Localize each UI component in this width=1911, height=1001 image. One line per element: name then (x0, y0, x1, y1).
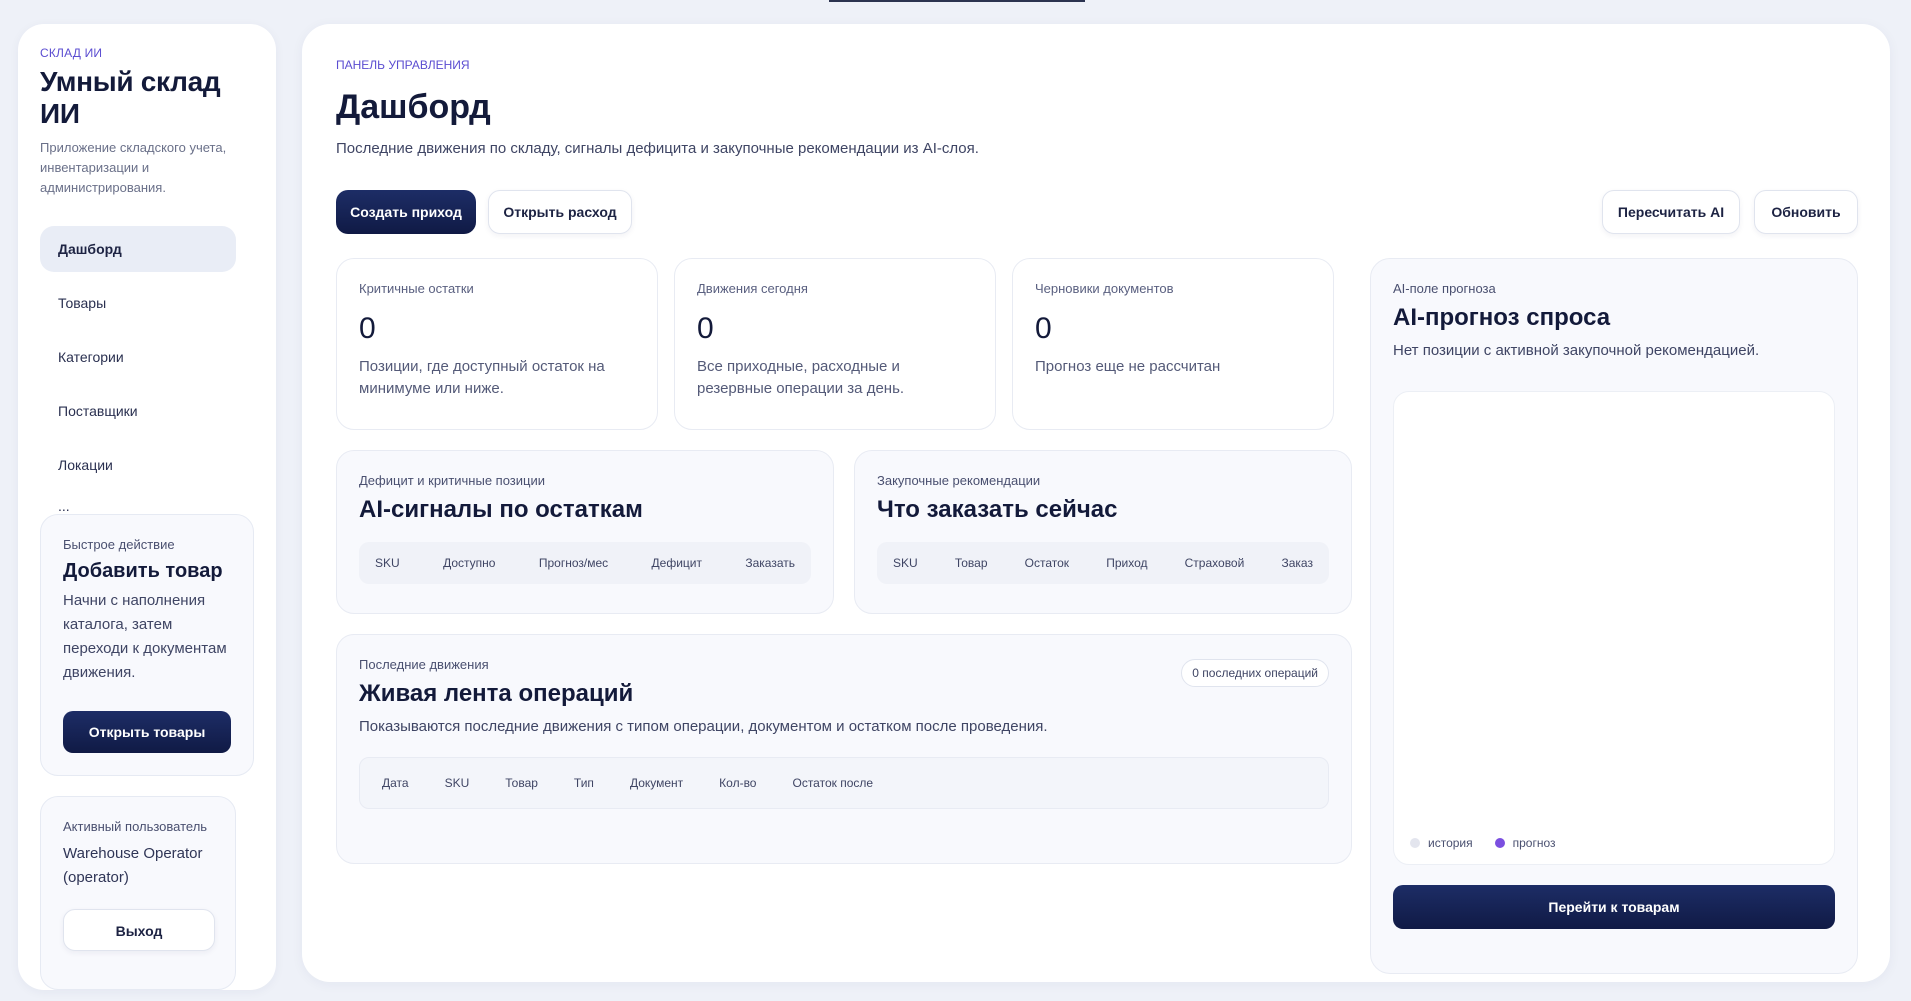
column-header[interactable]: Дата (382, 776, 409, 790)
column-header[interactable]: Товар (955, 556, 988, 570)
page-title: Дашборд (336, 88, 491, 126)
page-eyebrow: ПАНЕЛЬ УПРАВЛЕНИЯ (336, 58, 470, 72)
quick-action-text: Начни с наполнения каталога, затем перех… (63, 592, 227, 681)
recalc-ai-button[interactable]: Пересчитать AI (1602, 190, 1740, 234)
sidebar: СКЛАД ИИ Умный склад ИИ Приложение склад… (18, 24, 276, 990)
kpi-movements-today: Движения сегодня 0 Все приходные, расход… (674, 258, 996, 430)
panel-label: Дефицит и критичные позиции (359, 473, 545, 488)
column-header[interactable]: Доступно (443, 556, 495, 570)
create-receipt-button[interactable]: Создать приход (336, 190, 476, 234)
column-header[interactable]: SKU (375, 556, 400, 570)
quick-action-card: Быстрое действие Добавить товар Начни с … (40, 514, 254, 776)
open-expense-button[interactable]: Открыть расход (488, 190, 632, 234)
kpi-description: Прогноз еще не рассчитан (1035, 358, 1221, 375)
kpi-critical-stock: Критичные остатки 0 Позиции, где доступн… (336, 258, 658, 430)
column-header[interactable]: Товар (505, 776, 538, 790)
forecast-chart-area: история прогноз (1393, 391, 1835, 865)
kpi-value: 0 (1035, 312, 1052, 345)
column-header[interactable]: Заказать (745, 556, 795, 570)
operations-count-badge: 0 последних операций (1181, 659, 1329, 687)
signals-table-header: SKU Доступно Прогноз/мес Дефицит Заказат… (359, 542, 811, 584)
sidebar-item-suppliers[interactable]: Поставщики (40, 388, 236, 434)
quick-action-label: Быстрое действие (63, 537, 175, 552)
legend-label: история (1428, 836, 1473, 850)
brand-title: Умный склад ИИ (40, 66, 221, 129)
active-user-name: Warehouse Operator (operator) (63, 845, 203, 886)
panel-title: Живая лента операций (359, 680, 634, 707)
column-header[interactable]: Заказ (1281, 556, 1312, 570)
active-user-label: Активный пользователь (63, 819, 208, 834)
top-indicator-line (829, 0, 1085, 2)
sidebar-item-locations[interactable]: Локации (40, 442, 236, 488)
feed-table-header: Дата SKU Товар Тип Документ Кол-во Остат… (359, 757, 1329, 809)
column-header[interactable]: Приход (1106, 556, 1147, 570)
logout-button[interactable]: Выход (63, 909, 215, 951)
live-feed-panel: Последние движения Живая лента операций … (336, 634, 1352, 864)
column-header[interactable]: Кол-во (719, 776, 756, 790)
panel-subtitle: Нет позиции с активной закупочной рекоме… (1393, 342, 1760, 359)
ai-forecast-panel: AI-поле прогноза AI-прогноз спроса Нет п… (1370, 258, 1858, 974)
sidebar-item-dashboard[interactable]: Дашборд (40, 226, 236, 272)
sidebar-item-products[interactable]: Товары (40, 280, 236, 326)
panel-title: AI-прогноз спроса (1393, 304, 1611, 331)
column-header[interactable]: Документ (630, 776, 683, 790)
open-products-button[interactable]: Открыть товары (63, 711, 231, 753)
legend-item-forecast: прогноз (1494, 836, 1556, 850)
legend-dot-history (1410, 838, 1420, 848)
sidebar-nav: Дашборд Товары Категории Поставщики Лока… (40, 226, 254, 516)
panel-title: Что заказать сейчас (877, 496, 1118, 523)
column-header[interactable]: Дефицит (652, 556, 702, 570)
column-header[interactable]: Остаток после (792, 776, 873, 790)
column-header[interactable]: Страховой (1185, 556, 1245, 570)
kpi-value: 0 (359, 312, 376, 345)
kpi-value: 0 (697, 312, 714, 345)
chart-legend: история прогноз (1410, 836, 1556, 850)
purchase-recommendations-panel: Закупочные рекомендации Что заказать сей… (854, 450, 1352, 614)
column-header[interactable]: Тип (574, 776, 594, 790)
sidebar-item-more[interactable]: ... (40, 496, 236, 516)
purchase-table-header: SKU Товар Остаток Приход Страховой Заказ (877, 542, 1329, 584)
column-header[interactable]: Остаток (1025, 556, 1069, 570)
kpi-description: Все приходные, расходные и резервные опе… (697, 358, 905, 397)
kpi-label: Движения сегодня (697, 281, 808, 296)
panel-subtitle: Показываются последние движения с типом … (359, 718, 1048, 735)
legend-dot-forecast (1494, 838, 1505, 848)
column-header[interactable]: SKU (445, 776, 470, 790)
brand-description: Приложение складского учета, инвентариза… (40, 140, 227, 195)
quick-action-title: Добавить товар (63, 560, 223, 582)
kpi-label: Критичные остатки (359, 281, 474, 296)
main-panel: ПАНЕЛЬ УПРАВЛЕНИЯ Дашборд Последние движ… (302, 24, 1890, 982)
sidebar-item-categories[interactable]: Категории (40, 334, 236, 380)
column-header[interactable]: Прогноз/мес (539, 556, 608, 570)
page-subtitle: Последние движения по складу, сигналы де… (336, 140, 979, 157)
ai-signals-panel: Дефицит и критичные позиции AI-сигналы п… (336, 450, 834, 614)
legend-item-history: история (1410, 836, 1473, 850)
panel-label: AI-поле прогноза (1393, 281, 1496, 296)
legend-label: прогноз (1512, 836, 1556, 850)
panel-label: Закупочные рекомендации (877, 473, 1041, 488)
brand-eyebrow: СКЛАД ИИ (40, 46, 103, 60)
panel-title: AI-сигналы по остаткам (359, 496, 643, 523)
kpi-document-drafts: Черновики документов 0 Прогноз еще не ра… (1012, 258, 1334, 430)
kpi-description: Позиции, где доступный остаток на миниму… (359, 358, 605, 397)
column-header[interactable]: SKU (893, 556, 918, 570)
refresh-button[interactable]: Обновить (1754, 190, 1858, 234)
go-to-products-button[interactable]: Перейти к товарам (1393, 885, 1835, 929)
kpi-label: Черновики документов (1035, 281, 1174, 296)
active-user-card: Активный пользователь Warehouse Operator… (40, 796, 236, 990)
